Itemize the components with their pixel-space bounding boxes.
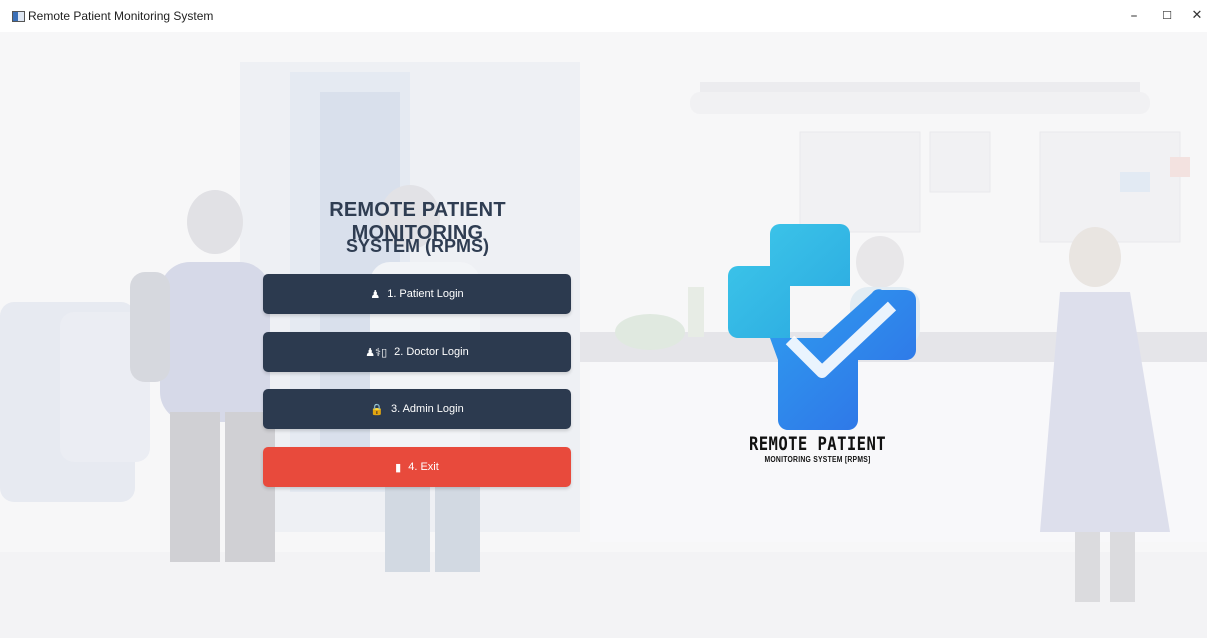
title-bar: Remote Patient Monitoring System – ☐ ✕ [0,0,1207,32]
brand-title: REMOTE PATIENT [748,433,887,455]
background-illustration [0,32,1207,638]
minimize-button[interactable]: – [1117,4,1151,28]
admin-login-label: 3. Admin Login [390,403,464,415]
door-icon: ▮ [395,460,402,474]
clinic-background-art [0,32,1207,638]
maximize-button[interactable]: ☐ [1150,4,1184,28]
window-title: Remote Patient Monitoring System [28,9,214,23]
app-window: Remote Patient Monitoring System – ☐ ✕ R… [0,0,1207,638]
doctor-login-button[interactable]: ♟⚕▯ 2. Doctor Login [263,332,571,372]
lock-icon: 🔒 [370,402,384,416]
exit-button[interactable]: ▮ 4. Exit [263,447,571,487]
doctor-icon: ♟⚕▯ [365,345,388,359]
patient-login-label: 1. Patient Login [387,288,464,300]
heading-line-2: SYSTEM (RPMS) [345,236,489,256]
patient-login-button[interactable]: ♟ 1. Patient Login [263,274,571,314]
brand-subtitle: MONITORING SYSTEM [RPMS] [764,455,871,464]
doctor-login-label: 2. Doctor Login [394,346,469,358]
rpms-logo [728,224,916,430]
app-window-icon [12,11,25,22]
close-button[interactable]: ✕ [1180,4,1207,28]
exit-label: 4. Exit [408,461,439,473]
patient-icon: ♟ [370,287,381,301]
admin-login-button[interactable]: 🔒 3. Admin Login [263,389,571,429]
